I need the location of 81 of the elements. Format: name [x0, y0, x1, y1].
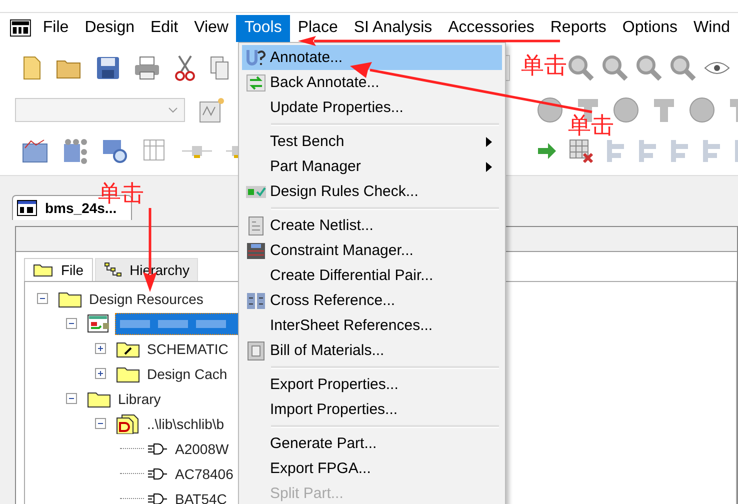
component-icon[interactable]: [182, 144, 212, 158]
menu-item[interactable]: SI Analysis: [346, 14, 440, 42]
magnifier-icon[interactable]: [568, 55, 594, 81]
arrow-icon[interactable]: [536, 140, 558, 162]
menu-item[interactable]: Cross Reference...: [242, 288, 502, 313]
gate-symbol-icon: [148, 442, 168, 454]
tree-item[interactable]: Design Resources: [86, 290, 206, 308]
tree-item[interactable]: SCHEMATIC: [144, 340, 232, 358]
menu-item[interactable]: Generate Part...: [242, 431, 502, 456]
gate-symbol-icon: [148, 492, 168, 504]
menu-item[interactable]: Create Differential Pair...: [242, 263, 502, 288]
panel-tab[interactable]: File: [24, 258, 93, 281]
scissors-icon[interactable]: [174, 55, 196, 81]
document-icon: [248, 216, 264, 236]
menu-item[interactable]: Constraint Manager...: [242, 238, 502, 263]
search-icon[interactable]: [102, 138, 128, 164]
netlist-grid-icon[interactable]: [62, 138, 88, 164]
eye-icon[interactable]: [704, 61, 730, 75]
annotation-label: 单击: [568, 112, 614, 141]
check-icon: [245, 184, 267, 198]
menu-item[interactable]: Part Manager: [242, 154, 502, 179]
folder-icon: [33, 263, 53, 277]
menu-item[interactable]: Annotate...: [242, 45, 502, 70]
folder-icon: [116, 364, 140, 382]
cross-reference-icon: [246, 292, 266, 310]
menu-item[interactable]: Test Bench: [242, 129, 502, 154]
schematic-design-icon: [87, 314, 111, 334]
menu-item[interactable]: Options: [614, 14, 686, 42]
menu-item[interactable]: Tools: [236, 14, 290, 42]
swap-arrows-icon: [246, 74, 266, 92]
expander-icon[interactable]: [95, 418, 106, 429]
tree-item[interactable]: BAT54C: [172, 490, 230, 504]
folder-icon: [116, 340, 140, 358]
waveform-icon[interactable]: [199, 97, 225, 123]
copy-icon[interactable]: [210, 56, 230, 80]
tree-item[interactable]: ..\lib\schlib\b: [144, 414, 228, 432]
menu-item[interactable]: Place: [290, 14, 346, 42]
dropdown-field[interactable]: [15, 98, 185, 122]
annotation-label: 单击: [521, 52, 567, 81]
menu-item[interactable]: Bill of Materials...: [242, 338, 502, 363]
document-icon: [247, 340, 265, 360]
annotate-icon: [246, 48, 266, 66]
menu-item[interactable]: Reports: [542, 14, 614, 42]
menu-item[interactable]: Design Rules Check...: [242, 179, 502, 204]
expander-icon[interactable]: [37, 293, 48, 304]
folder-icon: [87, 390, 111, 408]
new-document-icon[interactable]: [22, 56, 42, 80]
expander-icon[interactable]: [66, 393, 77, 404]
tree-item[interactable]: Library: [115, 390, 164, 408]
magnifier-icon[interactable]: [670, 55, 696, 81]
menu-item[interactable]: Back Annotate...: [242, 70, 502, 95]
hierarchy-icon: [104, 262, 122, 278]
menu-item[interactable]: File: [34, 14, 77, 42]
menu-item[interactable]: Edit: [142, 14, 186, 42]
menu-item[interactable]: Wind: [686, 14, 738, 42]
tree-item[interactable]: AC78406: [172, 464, 236, 482]
menu-item[interactable]: Export Properties...: [242, 372, 502, 397]
menu-item[interactable]: Export FPGA...: [242, 456, 502, 481]
printer-icon[interactable]: [134, 56, 160, 80]
expander-icon[interactable]: [95, 368, 106, 379]
library-file-icon: [116, 414, 140, 434]
menu-item[interactable]: Import Properties...: [242, 397, 502, 422]
menu-item[interactable]: View: [186, 14, 236, 42]
gate-symbol-icon: [148, 468, 168, 480]
chart-board-icon[interactable]: [22, 138, 48, 164]
magnifier-icon[interactable]: [636, 55, 662, 81]
expander-icon[interactable]: [66, 318, 77, 329]
tree-item[interactable]: Design Cach: [144, 364, 230, 382]
chevron-down-icon: [168, 107, 178, 113]
expander-icon[interactable]: [95, 343, 106, 354]
spreadsheet-icon: [246, 242, 266, 260]
app-logo-icon: [10, 19, 31, 37]
menu-item[interactable]: InterSheet References...: [242, 313, 502, 338]
schematic-window-icon: [17, 200, 37, 216]
menu-item[interactable]: Accessories: [440, 14, 542, 42]
menu-item[interactable]: Create Netlist...: [242, 213, 502, 238]
menu-item[interactable]: Design: [76, 14, 142, 42]
magnifier-icon[interactable]: [602, 55, 628, 81]
delete-table-icon[interactable]: [568, 138, 594, 164]
folder-icon: [58, 290, 82, 308]
tree-item[interactable]: A2008W: [172, 440, 232, 458]
